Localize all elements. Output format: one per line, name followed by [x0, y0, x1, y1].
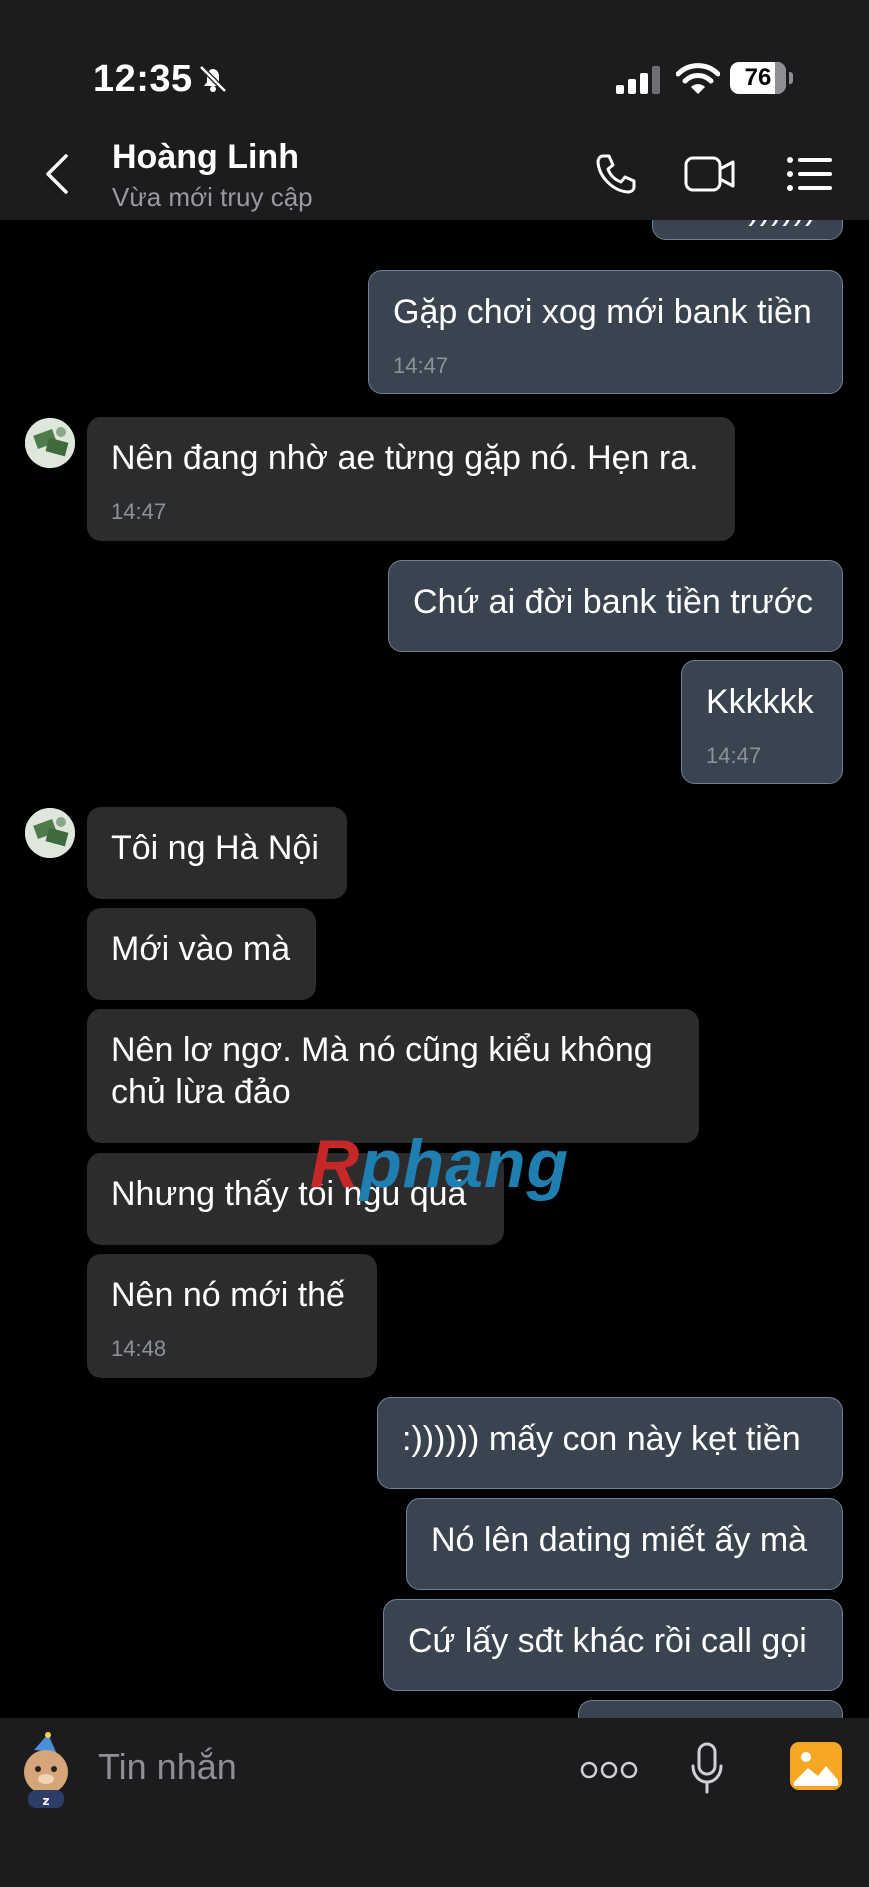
watermark-part-1: R: [310, 1126, 361, 1202]
video-call-icon[interactable]: [684, 150, 736, 198]
avatar[interactable]: [25, 808, 75, 858]
message-text: Kkkkkk: [706, 683, 814, 721]
message-time: 14:47: [111, 499, 167, 524]
menu-list-icon[interactable]: [784, 150, 836, 198]
message-bubble-sent[interactable]: [578, 1700, 843, 1718]
message-text-line: chủ lừa đảo: [111, 1073, 291, 1111]
more-dots-icon[interactable]: [580, 1758, 638, 1782]
message-text: Với :)))))): [677, 220, 822, 228]
message-bubble-received[interactable]: Nên nó mới thế 14:48: [87, 1254, 377, 1378]
contact-name[interactable]: Hoàng Linh: [112, 138, 299, 177]
message-input[interactable]: Tin nhắn: [98, 1746, 237, 1788]
message-composer: z Tin nhắn: [0, 1718, 869, 1887]
message-text: Gặp chơi xog mới bank tiền: [393, 293, 812, 331]
message-bubble-sent[interactable]: Gặp chơi xog mới bank tiền 14:47: [368, 270, 843, 394]
microphone-icon[interactable]: [690, 1742, 724, 1794]
battery-percent: 76: [744, 64, 772, 91]
message-text: Nên đang nhờ ae từng gặp nó. Hẹn ra.: [111, 439, 699, 477]
message-text: Tôi ng Hà Nội: [111, 829, 319, 867]
message-bubble-sent[interactable]: Nó lên dating miết ấy mà: [406, 1498, 843, 1590]
avatar[interactable]: [25, 418, 75, 468]
watermark-logo: Rphang: [310, 1125, 569, 1203]
message-bubble-sent[interactable]: Chứ ai đời bank tiền trước: [388, 560, 843, 652]
sticker-icon[interactable]: z: [14, 1732, 82, 1810]
status-bar: 12:35 76: [0, 0, 869, 130]
bell-off-icon: [199, 65, 227, 93]
message-text: Cứ lấy sđt khác rồi call gọi: [408, 1622, 807, 1660]
message-list[interactable]: Với :)))))) Gặp chơi xog mới bank tiền 1…: [0, 220, 869, 1718]
message-bubble-sent[interactable]: Kkkkkk 14:47: [681, 660, 843, 784]
battery-level: 76: [730, 62, 786, 94]
message-time: 14:47: [393, 353, 449, 378]
message-text: Nên nó mới thế: [111, 1276, 345, 1314]
message-bubble-received[interactable]: Nên đang nhờ ae từng gặp nó. Hẹn ra. 14:…: [87, 417, 735, 541]
message-text: Mới vào mà: [111, 930, 291, 968]
back-chevron-icon[interactable]: [40, 152, 76, 196]
message-bubble-received[interactable]: Mới vào mà: [87, 908, 316, 1000]
image-gallery-icon[interactable]: [790, 1742, 842, 1790]
battery-icon: 76: [730, 62, 794, 94]
message-bubble-sent[interactable]: :)))))) mấy con này kẹt tiền: [377, 1397, 843, 1489]
message-bubble-received[interactable]: Nên lơ ngơ. Mà nó cũng kiểu không chủ lừ…: [87, 1009, 699, 1143]
watermark-part-2: phang: [360, 1126, 570, 1202]
status-time: 12:35: [93, 58, 193, 100]
chat-header: Hoàng Linh Vừa mới truy cập: [0, 130, 869, 220]
svg-text:z: z: [43, 1794, 50, 1808]
message-bubble-sent[interactable]: Cứ lấy sđt khác rồi call gọi: [383, 1599, 843, 1691]
signal-icon: [616, 66, 660, 94]
wifi-icon: [676, 63, 720, 94]
contact-status: Vừa mới truy cập: [112, 182, 313, 212]
message-text: Chứ ai đời bank tiền trước: [413, 583, 814, 621]
phone-icon[interactable]: [591, 150, 643, 198]
message-time: 14:47: [706, 743, 762, 768]
message-text: Nó lên dating miết ấy mà: [431, 1521, 808, 1559]
message-bubble-sent[interactable]: Với :)))))): [652, 220, 843, 240]
message-text: :)))))) mấy con này kẹt tiền: [402, 1420, 801, 1458]
message-bubble-received[interactable]: Tôi ng Hà Nội: [87, 807, 347, 899]
message-text-line: Nên lơ ngơ. Mà nó cũng kiểu không: [111, 1031, 653, 1069]
message-time: 14:48: [111, 1336, 167, 1361]
